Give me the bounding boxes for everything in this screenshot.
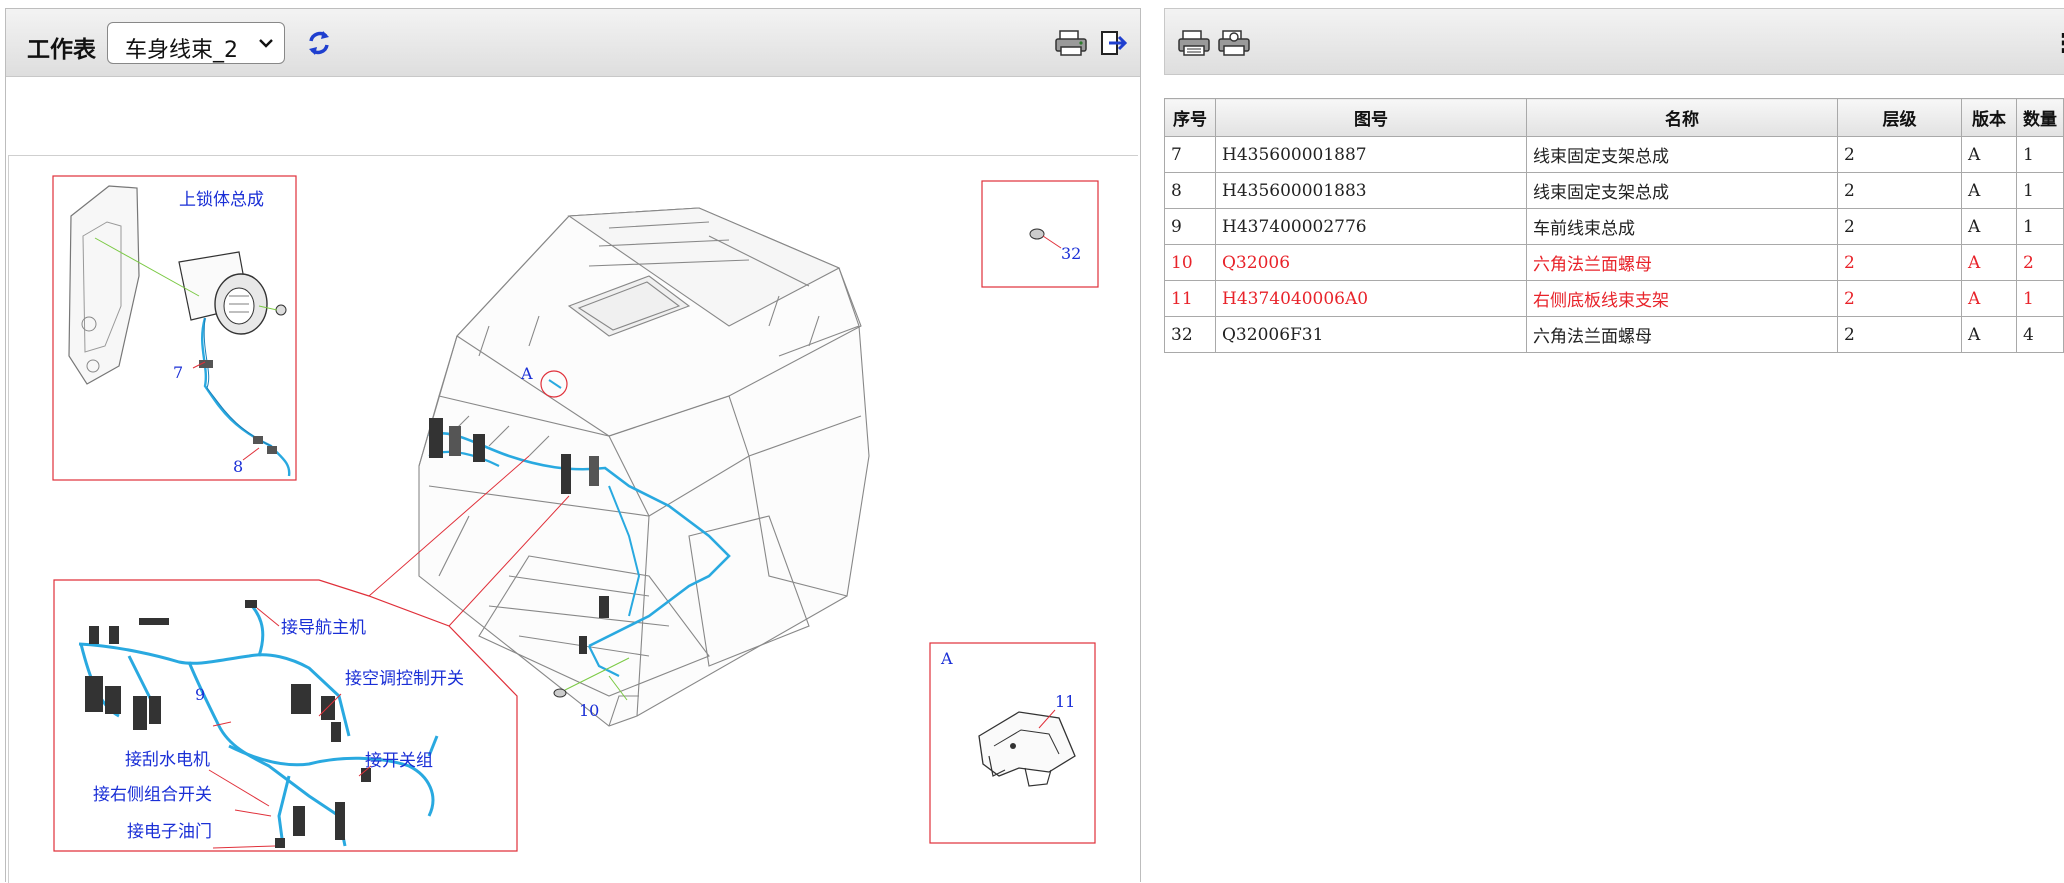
cell-seq: 10 [1164,244,1216,281]
table-row[interactable]: 11 H4374040006A0 右侧底板线束支架 2 A 1 [1164,280,2064,317]
callout-nav: 接导航主机 [281,618,366,638]
printer-icon[interactable] [1177,29,1211,61]
header-qty[interactable]: 数量 [2016,98,2064,137]
cell-part-no: H435600001887 [1215,136,1527,173]
cell-version: A [1961,316,2017,353]
cell-level: 2 [1837,208,1962,245]
cell-name: 六角法兰面螺母 [1526,316,1838,353]
callout-32: 32 [1061,244,1081,263]
table-row[interactable]: 32 Q32006F31 六角法兰面螺母 2 A 4 [1164,316,2064,353]
callout-10: 10 [579,701,599,720]
worksheet-label: 工作表 [27,37,96,63]
table-row[interactable]: 7 H435600001887 线束固定支架总成 2 A 1 [1164,136,2064,173]
cell-qty: 2 [2016,244,2064,281]
cell-level: 2 [1837,244,1962,281]
callout-9: 9 [195,685,205,704]
callout-8: 8 [233,457,243,476]
cell-version: A [1961,136,2017,173]
cell-qty: 4 [2016,316,2064,353]
cell-seq: 11 [1164,280,1216,317]
cell-level: 2 [1837,280,1962,317]
cell-version: A [1961,172,2017,209]
cell-seq: 7 [1164,136,1216,173]
header-level[interactable]: 层级 [1837,98,1962,137]
cell-part-no: H437400002776 [1215,208,1527,245]
callout-throttle: 接电子油门 [127,822,212,842]
callout-right-combo: 接右侧组合开关 [93,785,212,805]
worksheet-select[interactable]: 车身线束_2 [107,22,285,64]
cell-version: A [1961,244,2017,281]
parts-toolbar: ⋮ [1164,8,2064,75]
table-header-row: 序号 图号 名称 层级 版本 数量 [1164,98,2064,137]
callout-7: 7 [173,363,183,382]
cell-name: 车前线束总成 [1526,208,1838,245]
callout-switch-group: 接开关组 [365,751,433,771]
cell-part-no: Q32006 [1215,244,1527,281]
callout-upper-lock: 上锁体总成 [179,190,264,210]
table-row[interactable]: 9 H437400002776 车前线束总成 2 A 1 [1164,208,2064,245]
view-a-label: A [520,364,533,383]
header-part-no[interactable]: 图号 [1215,98,1527,137]
header-name[interactable]: 名称 [1526,98,1838,137]
cell-name: 线束固定支架总成 [1526,172,1838,209]
worksheet-select-value: 车身线束_2 [125,38,238,63]
print-icon[interactable] [1054,29,1088,61]
cell-name: 右侧底板线束支架 [1526,280,1838,317]
cell-qty: 1 [2016,208,2064,245]
refresh-icon[interactable] [304,28,334,62]
cell-seq: 32 [1164,316,1216,353]
worksheet-panel: 工作表 车身线束_2 上锁体总成 7 8 32 A 10 接导航主机 接空调控制… [5,8,1141,883]
detail-nut-32: 32 [981,180,1099,288]
cell-part-no: Q32006F31 [1215,316,1527,353]
exit-icon[interactable] [1099,29,1128,61]
cell-version: A [1961,280,2017,317]
cell-part-no: H4374040006A0 [1215,280,1527,317]
cell-level: 2 [1837,136,1962,173]
table-row[interactable]: 10 Q32006 六角法兰面螺母 2 A 2 [1164,244,2064,281]
cab-illustration [418,207,870,727]
cell-name: 线束固定支架总成 [1526,136,1838,173]
callout-wiper: 接刮水电机 [125,750,210,770]
table-row[interactable]: 8 H435600001883 线束固定支架总成 2 A 1 [1164,172,2064,209]
cell-qty: 1 [2016,172,2064,209]
chevron-down-icon [257,34,275,56]
header-version[interactable]: 版本 [1961,98,2017,137]
parts-drawing: 上锁体总成 7 8 32 A 10 接导航主机 接空调控制开关 接开关组 接刮水… [8,155,1138,883]
worksheet-toolbar: 工作表 车身线束_2 [6,9,1140,77]
print-preview-icon[interactable] [1217,29,1251,61]
cell-level: 2 [1837,316,1962,353]
cell-version: A [1961,208,2017,245]
parts-table: 序号 图号 名称 层级 版本 数量 7 H435600001887 线束固定支架… [1164,98,2064,353]
callout-11: 11 [1055,692,1075,711]
detail-a-label: A [940,649,953,668]
cell-qty: 1 [2016,280,2064,317]
cell-seq: 8 [1164,172,1216,209]
header-seq[interactable]: 序号 [1164,98,1216,137]
detail-a-bracket: A 11 [929,642,1096,844]
cell-level: 2 [1837,172,1962,209]
cell-seq: 9 [1164,208,1216,245]
callout-ac-switch: 接空调控制开关 [345,669,464,689]
cell-part-no: H435600001883 [1215,172,1527,209]
cell-qty: 1 [2016,136,2064,173]
detail-upper-lock: 上锁体总成 7 8 [52,175,297,481]
cell-name: 六角法兰面螺母 [1526,244,1838,281]
more-icon[interactable]: ⋮ [2051,29,2064,59]
